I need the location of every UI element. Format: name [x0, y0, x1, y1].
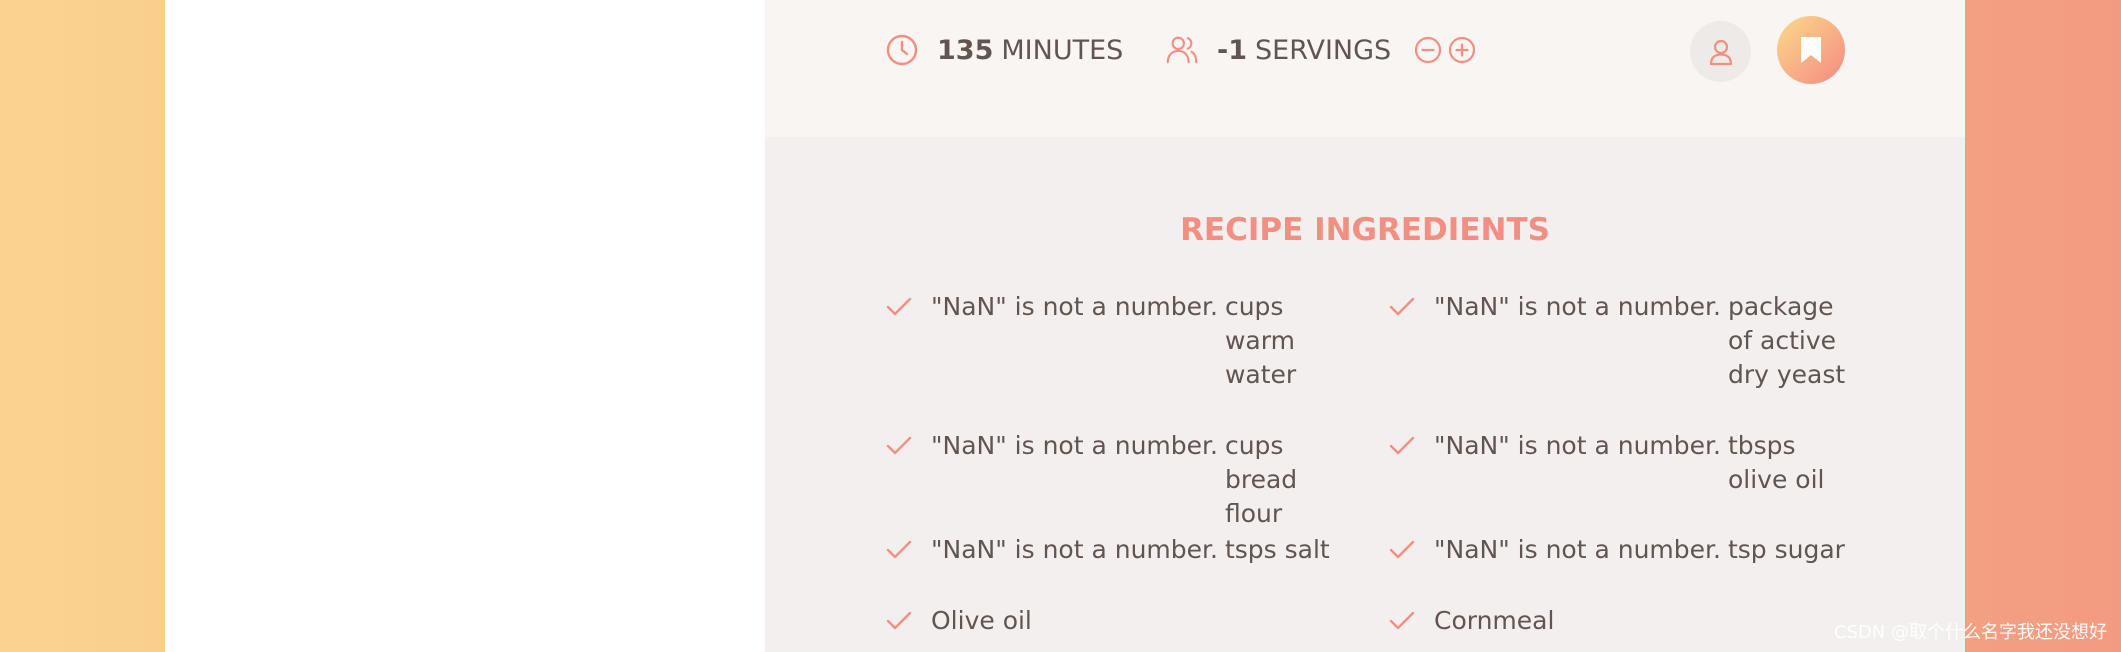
check-icon [886, 540, 912, 559]
servings: -1 SERVINGS [1165, 30, 1477, 70]
minus-circle-icon [1415, 36, 1442, 64]
servings-value: -1 [1217, 34, 1247, 66]
decrease-servings-button[interactable] [1413, 35, 1443, 65]
ingredient-quantity: "NaN" is not a number. [1434, 431, 1721, 460]
cooking-time: 135 MINUTES [885, 30, 1123, 70]
ingredient-quantity: "NaN" is not a number. [931, 535, 1218, 564]
ingredient-item: "NaN" is not a number. cups bread flour [885, 429, 1355, 531]
cooking-time-value: 135 [937, 34, 994, 66]
ingredient-quantity: "NaN" is not a number. [1434, 535, 1721, 564]
ingredients-title: RECIPE INGREDIENTS [1180, 212, 1550, 248]
ingredient-item: Cornmeal [1388, 604, 1624, 638]
check-icon [1389, 297, 1415, 316]
clock-icon [885, 33, 919, 67]
ingredient-item: "NaN" is not a number. package of active… [1388, 290, 1858, 392]
ingredient-quantity: "NaN" is not a number. [931, 431, 1218, 460]
ingredient-quantity: "NaN" is not a number. [931, 292, 1218, 321]
plus-circle-icon [1449, 36, 1476, 64]
cooking-time-unit: MINUTES [1001, 34, 1124, 66]
ingredient-description: cups bread flour [1224, 431, 1298, 528]
ingredient-description: cups warm water [1224, 292, 1297, 389]
check-icon [886, 436, 912, 455]
ingredient-description: package of active dry yeast [1727, 292, 1846, 389]
bookmark-icon [1801, 37, 1821, 63]
check-icon [886, 611, 912, 630]
check-icon [1389, 611, 1415, 630]
check-icon [1389, 540, 1415, 559]
ingredient-description: tsp sugar [1727, 535, 1845, 564]
ingredient-description: tbsps olive oil [1727, 431, 1825, 494]
user-generated-badge [1690, 21, 1751, 82]
ingredient-item: "NaN" is not a number. tsp sugar [1388, 533, 1918, 567]
check-icon [1389, 436, 1415, 455]
search-results-pane [165, 0, 765, 652]
user-icon [1709, 39, 1732, 65]
ingredient-item: "NaN" is not a number. cups warm water [885, 290, 1355, 392]
ingredient-description: tsps salt [1224, 535, 1330, 564]
check-icon [886, 297, 912, 316]
servings-controls [1413, 35, 1477, 65]
ingredient-quantity: "NaN" is not a number. [1434, 292, 1721, 321]
recipe-panel: 135 MINUTES -1 SERVINGS RECIPE INGREDIEN… [765, 0, 1965, 652]
ingredient-item: Olive oil [885, 604, 1121, 638]
ingredient-item: "NaN" is not a number. tsps salt [885, 533, 1415, 567]
app-container: 135 MINUTES -1 SERVINGS RECIPE INGREDIEN… [165, 0, 1965, 652]
watermark-text: CSDN @取个什么名字我还没想好 [1833, 622, 2107, 643]
ingredient-item: "NaN" is not a number. tbsps olive oil [1388, 429, 1858, 497]
ingredient-description: Cornmeal [1434, 606, 1555, 635]
recipe-details-bar: 135 MINUTES -1 SERVINGS [765, 0, 1965, 137]
bookmark-button[interactable] [1777, 16, 1845, 84]
servings-unit: SERVINGS [1255, 34, 1392, 66]
users-icon [1165, 33, 1199, 67]
increase-servings-button[interactable] [1447, 35, 1477, 65]
ingredient-description: Olive oil [931, 606, 1032, 635]
